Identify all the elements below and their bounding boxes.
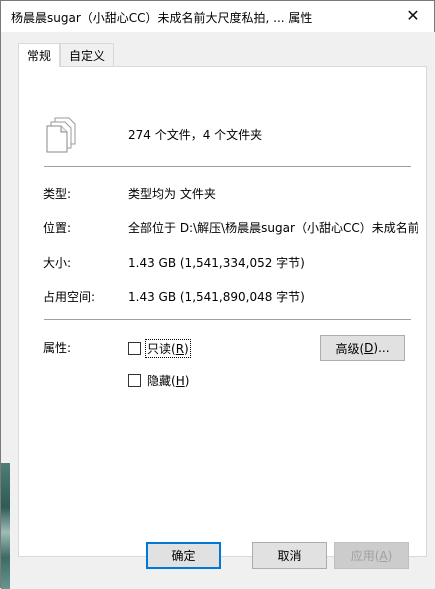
hidden-checkbox[interactable]: 隐藏(H) (128, 371, 191, 390)
desktop-background-peek (1, 463, 10, 589)
tab-bar: 常规 自定义 (18, 43, 115, 67)
cancel-button[interactable]: 取消 (252, 542, 327, 569)
separator (44, 166, 411, 167)
location-label: 位置: (43, 221, 72, 235)
type-value: 类型均为 文件夹 (128, 187, 216, 201)
properties-dialog: 杨晨晨sugar（小甜心CC）未成名前大尺度私拍, ... 属性 ✕ 常规 自定… (0, 0, 435, 589)
checkbox-box[interactable] (128, 374, 141, 387)
selection-summary: 274 个文件，4 个文件夹 (128, 128, 263, 142)
hidden-label: 隐藏(H) (147, 374, 190, 388)
location-value: 全部位于 D:\解压\杨晨晨sugar（小甜心CC）未成名前 (128, 221, 418, 235)
disk-size-label: 占用空间: (43, 290, 96, 304)
size-value: 1.43 GB (1,541,334,052 字节) (128, 256, 305, 270)
separator (44, 319, 411, 320)
attributes-label: 属性: (43, 341, 72, 355)
checkbox-box[interactable] (128, 342, 141, 355)
readonly-label: 只读(R) (145, 339, 191, 358)
apply-button[interactable]: 应用(A) (334, 542, 409, 569)
dialog-client-area: 常规 自定义 274 个文件，4 个文件夹 类型: 类型均为 文件夹 位置: 全… (10, 32, 435, 589)
tab-general[interactable]: 常规 (18, 43, 61, 67)
disk-size-value: 1.43 GB (1,541,890,048 字节) (128, 290, 305, 304)
title-bar[interactable]: 杨晨晨sugar（小甜心CC）未成名前大尺度私拍, ... 属性 ✕ (1, 1, 434, 32)
stacked-documents-icon (46, 117, 76, 153)
advanced-button[interactable]: 高级(D)... (320, 335, 405, 361)
general-tab-panel: 274 个文件，4 个文件夹 类型: 类型均为 文件夹 位置: 全部位于 D:\… (18, 66, 427, 557)
size-label: 大小: (43, 256, 72, 270)
tab-custom[interactable]: 自定义 (60, 43, 115, 66)
ok-button[interactable]: 确定 (146, 542, 221, 569)
type-label: 类型: (43, 187, 72, 201)
close-icon[interactable]: ✕ (404, 7, 422, 25)
window-title: 杨晨晨sugar（小甜心CC）未成名前大尺度私拍, ... 属性 (11, 11, 313, 25)
readonly-checkbox[interactable]: 只读(R) (128, 339, 191, 358)
